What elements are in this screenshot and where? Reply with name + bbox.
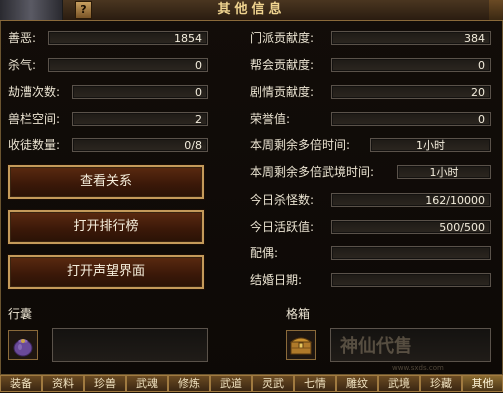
watermark-url: www.sxds.com [392, 364, 444, 372]
kindness-label: 善恶: [8, 31, 37, 45]
honor-value: 0 [331, 112, 491, 126]
tab-martial-way[interactable]: 武道 [210, 375, 252, 392]
window-title: 其他信息 [217, 2, 286, 17]
spouse-label: 配偶: [250, 246, 279, 260]
today-kills-value: 162/10000 [331, 193, 491, 207]
multi-exp-time-label: 本周剩余多倍时间: [250, 138, 351, 152]
robbery-count-label: 劫漕次数: [8, 85, 61, 99]
today-activity-value: 500/500 [331, 220, 491, 234]
apprentice-count-value: 0/8 [72, 138, 208, 152]
tab-spirit-weapon[interactable]: 灵武 [252, 375, 294, 392]
tab-pets[interactable]: 珍兽 [84, 375, 126, 392]
multi-realm-time-label: 本周剩余多倍武境时间: [250, 165, 375, 179]
tab-martial-realm[interactable]: 武境 [378, 375, 420, 392]
pouch-icon[interactable] [8, 330, 38, 360]
sect-contribution-label: 门派贡献度: [250, 31, 315, 45]
guild-contribution-value: 0 [331, 58, 491, 72]
pet-space-label: 兽栏空间: [8, 112, 61, 126]
title-end-decoration [489, 0, 503, 20]
robbery-count-value: 0 [72, 85, 208, 99]
title-bar[interactable]: ? 其他信息 [0, 0, 503, 21]
tab-martial-soul[interactable]: 武魂 [126, 375, 168, 392]
guild-contribution-label: 帮会贡献度: [250, 58, 315, 72]
killing-aura-label: 杀气: [8, 58, 37, 72]
apprentice-count-label: 收徒数量: [8, 138, 61, 152]
pet-space-value: 2 [72, 112, 208, 126]
open-reputation-button[interactable]: 打开声望界面 [8, 255, 204, 289]
tab-collection[interactable]: 珍藏 [420, 375, 462, 392]
story-contribution-label: 剧情贡献度: [250, 85, 315, 99]
kindness-value: 1854 [48, 31, 208, 45]
multi-realm-time-value: 1小时 [397, 165, 491, 179]
tab-profile[interactable]: 资料 [42, 375, 84, 392]
view-relations-button[interactable]: 查看关系 [8, 165, 204, 199]
tab-other[interactable]: 其他 [462, 375, 503, 392]
treasure-chest-icon[interactable] [286, 330, 316, 360]
wedding-date-label: 结婚日期: [250, 273, 303, 287]
box-label: 格箱 [286, 307, 311, 321]
tab-engraving[interactable]: 雕纹 [336, 375, 378, 392]
bag-slot[interactable] [52, 328, 208, 362]
tab-cultivation[interactable]: 修炼 [168, 375, 210, 392]
bag-label: 行囊 [8, 307, 33, 321]
today-activity-label: 今日活跃值: [250, 220, 315, 234]
story-contribution-value: 20 [331, 85, 491, 99]
spouse-value [331, 246, 491, 260]
tab-equipment[interactable]: 装备 [0, 375, 42, 392]
sect-contribution-value: 384 [331, 31, 491, 45]
wedding-date-value [331, 273, 491, 287]
multi-exp-time-value: 1小时 [370, 138, 491, 152]
honor-label: 荣誉值: [250, 112, 291, 126]
killing-aura-value: 0 [48, 58, 208, 72]
tab-seven-emotions[interactable]: 七情 [294, 375, 336, 392]
open-ranking-button[interactable]: 打开排行榜 [8, 210, 204, 244]
today-kills-label: 今日杀怪数: [250, 193, 315, 207]
